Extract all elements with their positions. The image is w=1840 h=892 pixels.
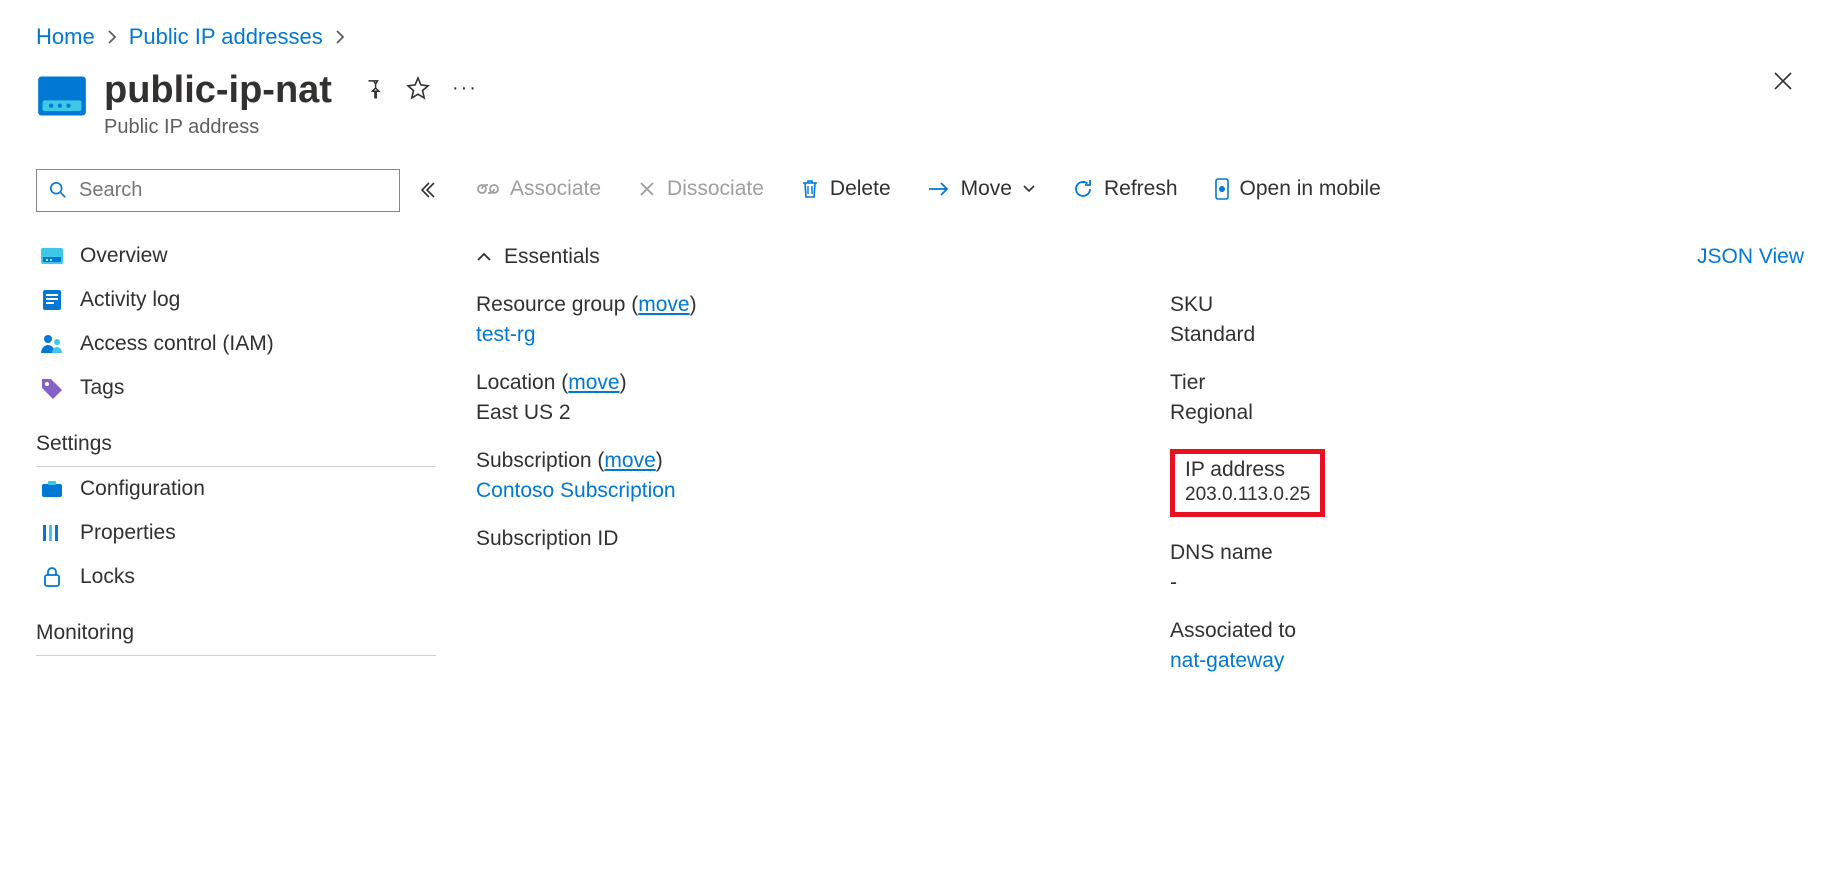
open-in-mobile-button[interactable]: Open in mobile xyxy=(1214,177,1381,201)
subscription-label: Subscription (move) xyxy=(476,449,1110,473)
chevron-down-icon xyxy=(1022,184,1036,194)
associate-icon xyxy=(476,179,500,199)
breadcrumb: Home Public IP addresses xyxy=(36,24,1804,50)
location-move-link[interactable]: move xyxy=(568,371,619,394)
sidebar-item-label: Access control (IAM) xyxy=(80,332,274,356)
activity-log-icon xyxy=(40,288,64,312)
configuration-icon xyxy=(40,477,64,501)
resource-header: public-ip-nat Public IP address ··· xyxy=(36,70,1804,139)
dissociate-button: Dissociate xyxy=(637,177,764,201)
sidebar-section-monitoring: Monitoring xyxy=(36,621,436,656)
sidebar-item-activity-log[interactable]: Activity log xyxy=(36,278,436,322)
sku-label: SKU xyxy=(1170,293,1804,317)
toolbar-label: Delete xyxy=(830,177,891,201)
main-panel: Associate Dissociate Delete Move xyxy=(476,169,1804,697)
breadcrumb-home[interactable]: Home xyxy=(36,24,95,50)
resource-subtype: Public IP address xyxy=(104,116,332,139)
sku-value: Standard xyxy=(1170,323,1804,347)
ip-address-label: IP address xyxy=(1185,458,1310,482)
associate-button: Associate xyxy=(476,177,601,201)
json-view-link[interactable]: JSON View xyxy=(1697,245,1804,269)
tier-label: Tier xyxy=(1170,371,1804,395)
resource-group-label: Resource group (move) xyxy=(476,293,1110,317)
breadcrumb-parent[interactable]: Public IP addresses xyxy=(129,24,323,50)
more-icon[interactable]: ··· xyxy=(452,77,478,100)
properties-icon xyxy=(40,521,64,545)
dissociate-icon xyxy=(637,179,657,199)
resource-group-move-link[interactable]: move xyxy=(638,293,689,316)
resource-name: public-ip-nat xyxy=(104,70,332,112)
public-ip-resource-icon xyxy=(36,70,88,122)
toolbar-label: Associate xyxy=(510,177,601,201)
essentials-left-column: Resource group (move) test-rg Location (… xyxy=(476,293,1110,697)
move-icon xyxy=(927,180,951,198)
sidebar-item-label: Overview xyxy=(80,244,168,268)
search-icon xyxy=(49,181,67,199)
overview-icon xyxy=(40,244,64,268)
essentials-toggle[interactable]: Essentials xyxy=(476,245,600,269)
refresh-button[interactable]: Refresh xyxy=(1072,177,1178,201)
close-button[interactable] xyxy=(1772,70,1804,92)
chevron-right-icon xyxy=(107,30,117,44)
move-button[interactable]: Move xyxy=(927,177,1036,201)
chevron-up-icon xyxy=(476,251,492,263)
collapse-chevron-icon[interactable] xyxy=(418,181,436,199)
subscription-move-link[interactable]: move xyxy=(604,449,655,472)
delete-button[interactable]: Delete xyxy=(800,177,891,201)
sidebar-item-label: Configuration xyxy=(80,477,205,501)
sidebar-item-overview[interactable]: Overview xyxy=(36,234,436,278)
sidebar-item-access-control[interactable]: Access control (IAM) xyxy=(36,322,436,366)
sidebar-item-label: Activity log xyxy=(80,288,180,312)
access-control-icon xyxy=(40,332,64,356)
ip-address-highlight: IP address 203.0.113.0.25 xyxy=(1170,449,1325,517)
sidebar-item-label: Locks xyxy=(80,565,135,589)
chevron-right-icon xyxy=(335,30,345,44)
essentials-right-column: SKU Standard Tier Regional IP address 20… xyxy=(1170,293,1804,697)
associated-to-label: Associated to xyxy=(1170,619,1804,643)
search-box[interactable] xyxy=(36,169,400,212)
sidebar-item-properties[interactable]: Properties xyxy=(36,511,436,555)
subscription-id-label: Subscription ID xyxy=(476,527,1110,551)
sidebar: Overview Activity log Access control (IA… xyxy=(36,169,436,697)
refresh-icon xyxy=(1072,178,1094,200)
command-bar: Associate Dissociate Delete Move xyxy=(476,177,1804,201)
toolbar-label: Move xyxy=(961,177,1012,201)
search-input[interactable] xyxy=(77,178,387,203)
star-icon[interactable] xyxy=(406,76,430,100)
essentials-label: Essentials xyxy=(504,245,600,269)
resource-group-value[interactable]: test-rg xyxy=(476,323,536,346)
dns-name-label: DNS name xyxy=(1170,541,1804,565)
toolbar-label: Dissociate xyxy=(667,177,764,201)
sidebar-item-locks[interactable]: Locks xyxy=(36,555,436,599)
toolbar-label: Open in mobile xyxy=(1240,177,1381,201)
pin-icon[interactable] xyxy=(362,77,384,99)
sidebar-item-configuration[interactable]: Configuration xyxy=(36,467,436,511)
location-label: Location (move) xyxy=(476,371,1110,395)
mobile-icon xyxy=(1214,177,1230,201)
tags-icon xyxy=(40,376,64,400)
toolbar-label: Refresh xyxy=(1104,177,1178,201)
sidebar-item-label: Properties xyxy=(80,521,176,545)
lock-icon xyxy=(40,565,64,589)
delete-icon xyxy=(800,178,820,200)
subscription-value[interactable]: Contoso Subscription xyxy=(476,479,676,502)
sidebar-item-tags[interactable]: Tags xyxy=(36,366,436,410)
dns-name-value: - xyxy=(1170,571,1804,595)
sidebar-item-label: Tags xyxy=(80,376,124,400)
location-value: East US 2 xyxy=(476,401,1110,425)
tier-value: Regional xyxy=(1170,401,1804,425)
sidebar-section-settings: Settings xyxy=(36,432,436,467)
associated-to-value[interactable]: nat-gateway xyxy=(1170,649,1284,672)
ip-address-value: 203.0.113.0.25 xyxy=(1185,484,1310,506)
